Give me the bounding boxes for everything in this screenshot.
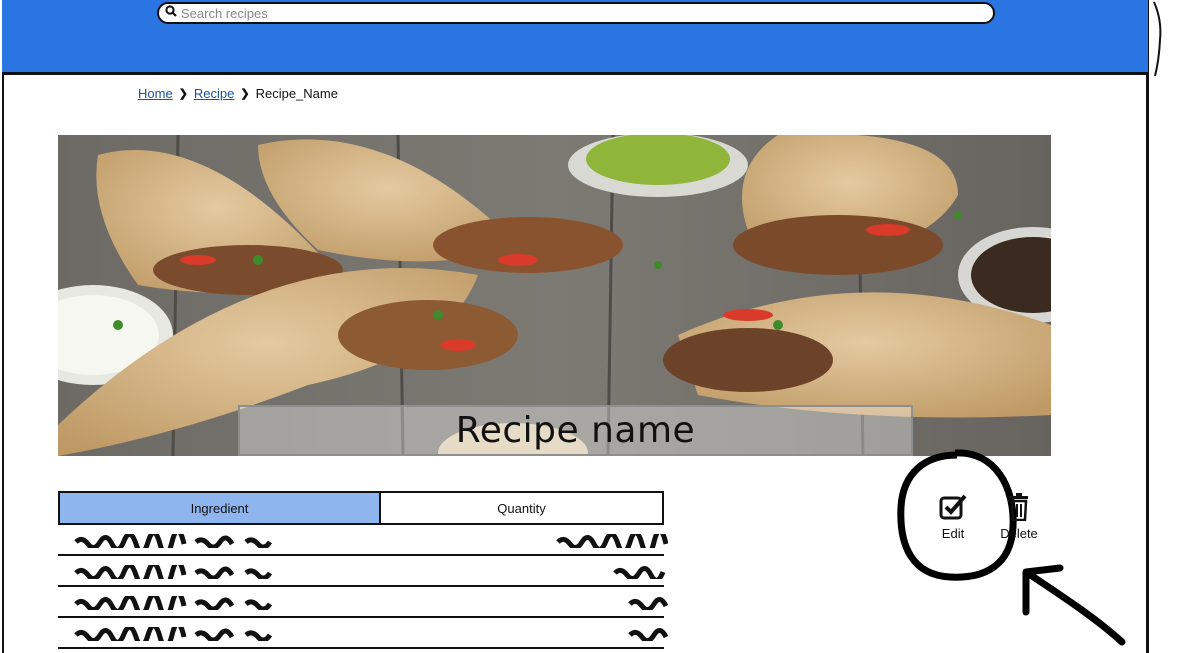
recipe-hero-image: Recipe name	[58, 135, 1051, 456]
table-row	[58, 556, 666, 587]
table-header: Ingredient Quantity	[58, 491, 664, 525]
scribble-placeholder	[74, 596, 273, 610]
delete-button[interactable]: Delete	[995, 493, 1043, 541]
search-input[interactable]	[177, 4, 993, 22]
scroll-brace	[1153, 1, 1162, 77]
scribble-placeholder	[74, 627, 273, 641]
breadcrumb-home-link[interactable]: Home	[138, 86, 173, 101]
breadcrumb: Home ❯ Recipe ❯ Recipe_Name	[138, 86, 338, 101]
scribble-placeholder	[556, 534, 668, 548]
trash-icon	[1007, 493, 1031, 524]
quantity-column-header[interactable]: Quantity	[381, 493, 662, 523]
table-row	[58, 618, 668, 649]
annotation-arrow	[1022, 564, 1126, 646]
delete-label: Delete	[1000, 526, 1038, 541]
scribble-placeholder	[628, 597, 668, 610]
recipe-title: Recipe name	[455, 410, 696, 451]
scribble-placeholder	[613, 566, 666, 579]
breadcrumb-current: Recipe_Name	[255, 86, 338, 101]
recipe-actions: Edit Delete	[895, 447, 1038, 582]
checkbox-icon	[938, 493, 968, 524]
search-icon	[165, 4, 177, 22]
search-bar[interactable]	[157, 2, 995, 24]
scribble-placeholder	[74, 534, 273, 548]
table-row	[58, 525, 668, 556]
edit-label: Edit	[941, 526, 965, 541]
app-header	[2, 0, 1148, 75]
chevron-right-icon: ❯	[240, 88, 250, 100]
breadcrumb-recipe-link[interactable]: Recipe	[194, 86, 234, 101]
edit-button[interactable]: Edit	[935, 493, 971, 541]
ingredient-column-header[interactable]: Ingredient	[60, 493, 381, 523]
table-row	[58, 587, 668, 618]
frame-border-right	[1146, 0, 1149, 653]
frame-border-left	[2, 0, 4, 653]
hero-title-box: Recipe name	[238, 405, 913, 456]
scribble-placeholder	[628, 628, 668, 641]
ingredients-table: Ingredient Quantity	[58, 491, 668, 649]
scribble-placeholder	[74, 565, 273, 579]
chevron-right-icon: ❯	[178, 88, 188, 100]
